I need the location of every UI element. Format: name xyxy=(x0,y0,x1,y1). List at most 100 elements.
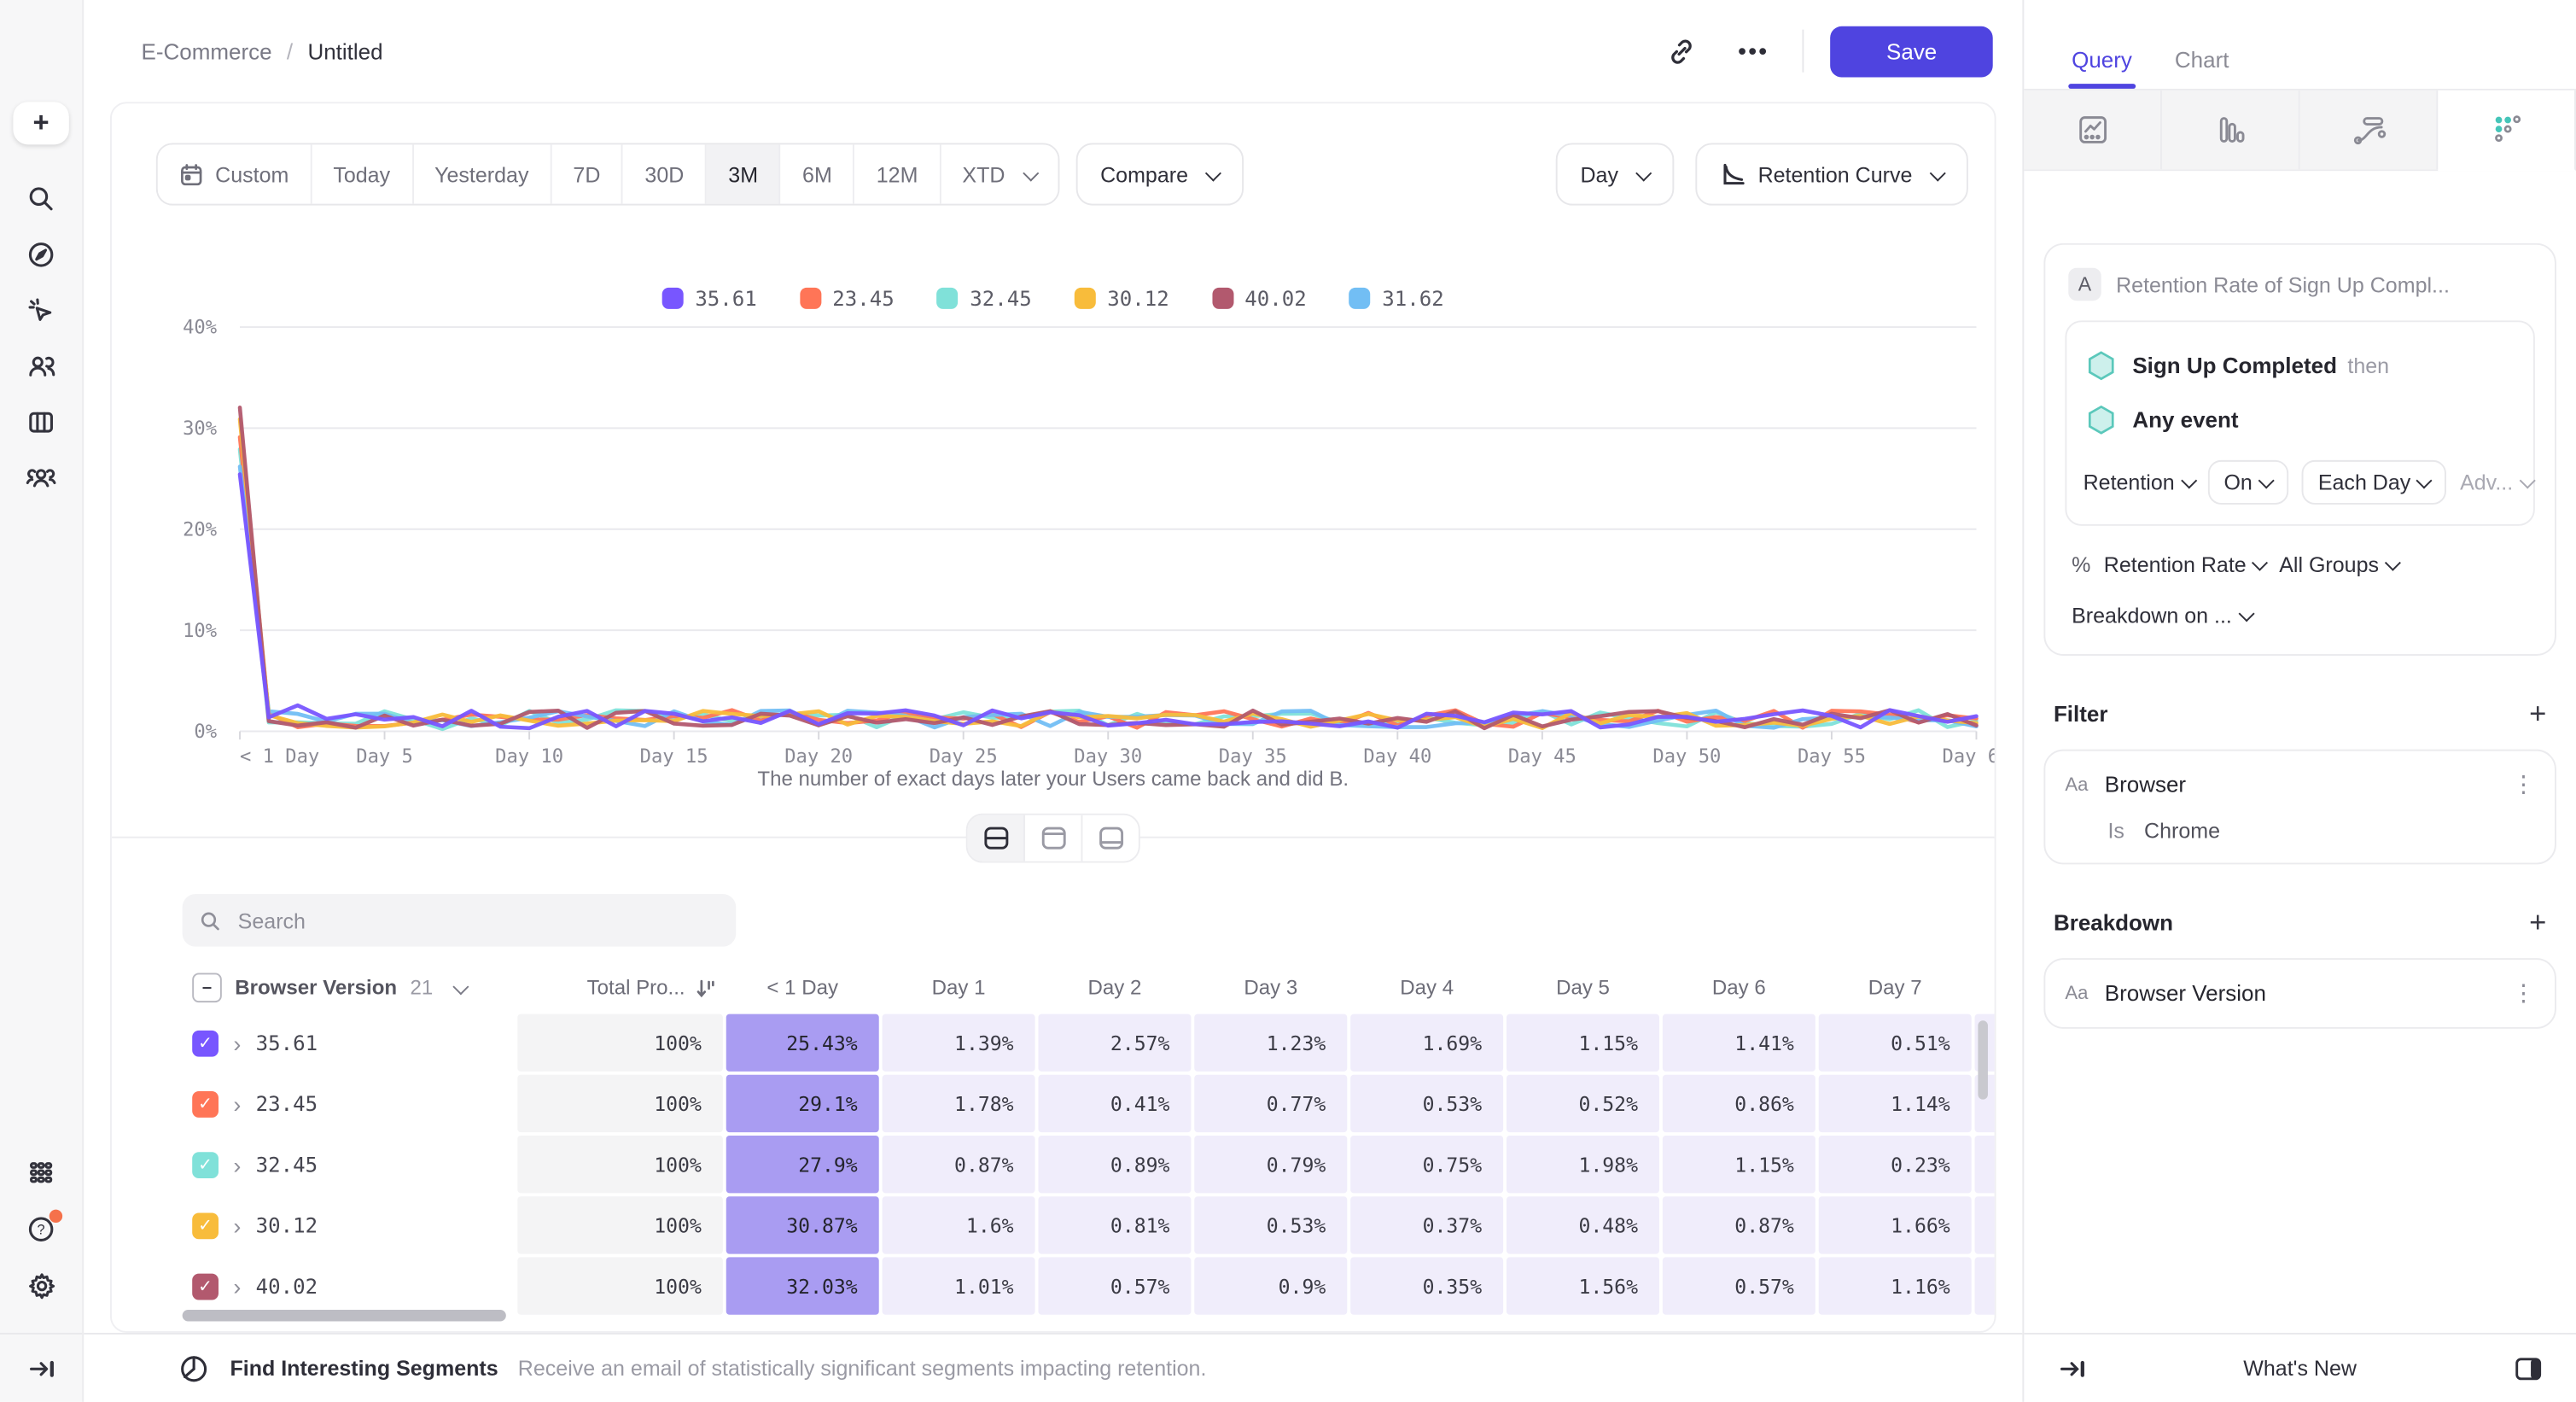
legend-item[interactable]: 31.62 xyxy=(1349,286,1444,311)
insights-report-tab[interactable] xyxy=(2024,91,2162,169)
date-range-yesterday[interactable]: Yesterday xyxy=(413,144,551,203)
day-column-header[interactable]: Day 2 xyxy=(1038,965,1191,1011)
settings-gear-icon[interactable] xyxy=(13,1257,68,1312)
day-column-header[interactable]: Day 4 xyxy=(1350,965,1503,1011)
date-range-7d[interactable]: 7D xyxy=(551,144,623,203)
retention-report-tab[interactable] xyxy=(2438,91,2576,171)
layout-toggle-group xyxy=(966,814,1140,863)
chart-only-view-toggle[interactable] xyxy=(1025,815,1082,862)
event-row-first[interactable]: Sign Up Completed then xyxy=(2084,338,2517,393)
breadcrumb-project[interactable]: E-Commerce xyxy=(142,38,272,63)
advanced-dropdown[interactable]: Adv... xyxy=(2460,470,2532,494)
date-range-xtd[interactable]: XTD xyxy=(941,144,1058,203)
search-icon[interactable] xyxy=(13,171,68,226)
svg-text:0%: 0% xyxy=(194,721,217,743)
svg-text:30%: 30% xyxy=(183,418,217,440)
add-filter-button[interactable]: + xyxy=(2529,698,2546,728)
table-row[interactable]: ✓›30.12100%30.87%1.6%0.81%0.53%0.37%0.48… xyxy=(183,1196,1996,1253)
explore-compass-icon[interactable] xyxy=(13,227,68,283)
row-checkbox[interactable]: ✓ xyxy=(192,1090,219,1117)
row-checkbox[interactable]: ✓ xyxy=(192,1273,219,1300)
date-range-today[interactable]: Today xyxy=(312,144,413,203)
find-segments-link[interactable]: Find Interesting Segments xyxy=(230,1356,498,1381)
toggle-panel-icon[interactable] xyxy=(2505,1345,2551,1391)
search-input[interactable] xyxy=(235,906,720,934)
metric-dropdown[interactable]: Retention Rate xyxy=(2104,552,2266,577)
total-cell: 100% xyxy=(517,1257,723,1314)
expand-row-icon[interactable]: › xyxy=(233,1213,241,1236)
day-column-header[interactable]: Day 6 xyxy=(1663,965,1815,1011)
date-range-custom[interactable]: Custom xyxy=(158,144,312,203)
retention-cell: 0.87% xyxy=(883,1136,1035,1193)
filter-property[interactable]: Browser xyxy=(2105,773,2186,797)
apps-grid-icon[interactable] xyxy=(13,1146,68,1201)
tab-query[interactable]: Query xyxy=(2072,48,2132,89)
groups-dropdown[interactable]: All Groups xyxy=(2279,552,2398,577)
breakdown-on-dropdown[interactable]: Breakdown on ... xyxy=(2072,603,2528,628)
table-row[interactable]: ✓›40.02100%32.03%1.01%0.57%0.9%0.35%1.56… xyxy=(183,1257,1996,1314)
more-options-icon[interactable]: ••• xyxy=(1730,28,1776,74)
date-range-30d[interactable]: 30D xyxy=(623,144,707,203)
horizontal-scrollbar[interactable] xyxy=(183,1310,506,1321)
collapse-panel-icon[interactable] xyxy=(2049,1345,2095,1391)
row-checkbox[interactable]: ✓ xyxy=(192,1151,219,1177)
compare-button[interactable]: Compare xyxy=(1075,143,1244,205)
table-row[interactable]: ✓›23.45100%29.1%1.78%0.41%0.77%0.53%0.52… xyxy=(183,1075,1996,1132)
date-range-3m[interactable]: 3M xyxy=(707,144,781,203)
legend-item[interactable]: 30.12 xyxy=(1075,286,1169,311)
collapse-sidebar-icon[interactable] xyxy=(13,1341,68,1396)
legend-item[interactable]: 40.02 xyxy=(1212,286,1307,311)
add-breakdown-button[interactable]: + xyxy=(2529,907,2546,937)
create-new-button[interactable]: + xyxy=(13,102,68,144)
kebab-menu-icon[interactable]: ⋮ xyxy=(2512,771,2535,799)
legend-item[interactable]: 32.45 xyxy=(937,286,1032,311)
expand-row-icon[interactable]: › xyxy=(233,1031,241,1054)
retention-line-31.62 xyxy=(240,466,1976,727)
funnels-report-tab[interactable] xyxy=(2162,91,2300,169)
table-row[interactable]: ✓›35.61100%25.43%1.39%2.57%1.23%1.69%1.1… xyxy=(183,1014,1996,1072)
total-column-header[interactable]: Total Pro... xyxy=(517,965,723,1011)
breadcrumb-report-name[interactable]: Untitled xyxy=(307,38,382,63)
legend-item[interactable]: 35.61 xyxy=(662,286,757,311)
filter-operator[interactable]: Is xyxy=(2107,819,2124,844)
split-view-toggle[interactable] xyxy=(968,815,1025,862)
whats-new-link[interactable]: What's New xyxy=(2095,1356,2505,1381)
each-day-dropdown[interactable]: Each Day xyxy=(2302,460,2447,505)
alerts-wand-icon[interactable] xyxy=(13,283,68,338)
row-checkbox[interactable]: ✓ xyxy=(192,1212,219,1239)
event-row-return[interactable]: Any event xyxy=(2084,393,2517,447)
svg-text:Day 5: Day 5 xyxy=(356,745,413,768)
flows-report-tab[interactable] xyxy=(2300,91,2439,169)
expand-row-icon[interactable]: › xyxy=(233,1275,241,1298)
day-column-header[interactable]: Day 7 xyxy=(1819,965,1972,1011)
users-icon[interactable] xyxy=(13,338,68,394)
date-range-12m[interactable]: 12M xyxy=(855,144,941,203)
tab-chart[interactable]: Chart xyxy=(2175,48,2229,89)
select-all-checkbox[interactable]: – xyxy=(192,973,222,1002)
day-column-header[interactable]: Day 3 xyxy=(1194,965,1347,1011)
vertical-scrollbar[interactable] xyxy=(1978,1020,1988,1099)
cohorts-group-icon[interactable] xyxy=(13,450,68,505)
day-column-header[interactable]: < 1 Day xyxy=(726,965,879,1011)
table-only-view-toggle[interactable] xyxy=(1082,815,1138,862)
row-checkbox[interactable]: ✓ xyxy=(192,1030,219,1056)
legend-item[interactable]: 23.45 xyxy=(800,286,895,311)
save-button[interactable]: Save xyxy=(1831,26,1993,77)
copy-link-icon[interactable] xyxy=(1658,28,1704,74)
filter-value[interactable]: Chrome xyxy=(2144,819,2220,844)
day-column-header[interactable]: Day 1 xyxy=(883,965,1035,1011)
help-icon[interactable]: ? xyxy=(13,1201,68,1257)
retention-on-dropdown[interactable]: On xyxy=(2207,460,2288,505)
group-column-header[interactable]: Browser Version xyxy=(235,976,397,999)
day-column-header[interactable]: Day 5 xyxy=(1507,965,1659,1011)
retention-type-dropdown[interactable]: Retention xyxy=(2084,470,2194,494)
expand-row-icon[interactable]: › xyxy=(233,1092,241,1115)
granularity-dropdown[interactable]: Day xyxy=(1556,143,1675,205)
expand-row-icon[interactable]: › xyxy=(233,1153,241,1176)
kebab-menu-icon[interactable]: ⋮ xyxy=(2512,979,2535,1008)
breakdown-property[interactable]: Browser Version xyxy=(2105,981,2266,1006)
boards-icon[interactable] xyxy=(13,394,68,450)
date-range-6m[interactable]: 6M xyxy=(781,144,855,203)
chart-type-dropdown[interactable]: Retention Curve xyxy=(1695,143,1967,205)
table-row[interactable]: ✓›32.45100%27.9%0.87%0.89%0.79%0.75%1.98… xyxy=(183,1136,1996,1193)
